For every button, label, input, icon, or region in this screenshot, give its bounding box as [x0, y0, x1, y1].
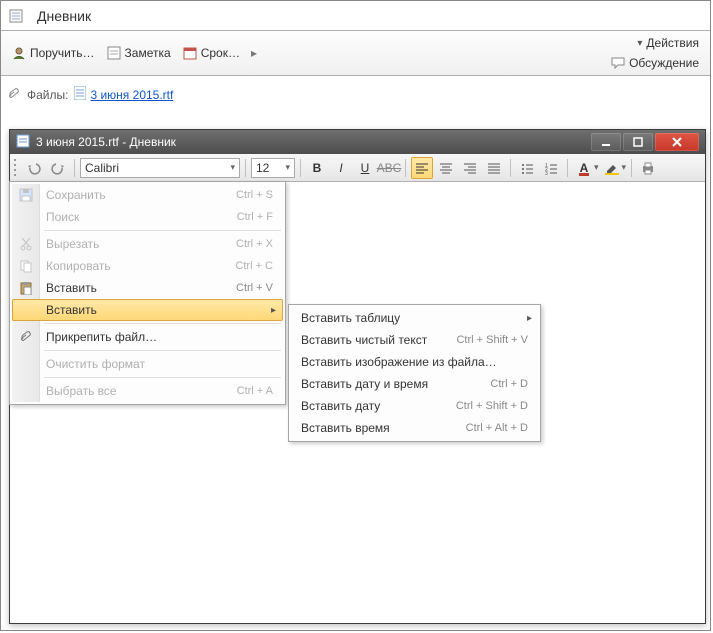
- menu-item[interactable]: Вставить датуCtrl + Shift + D: [291, 395, 538, 417]
- assign-label: Поручить…: [30, 46, 95, 60]
- menu-item[interactable]: Вставить ▸: [12, 299, 283, 321]
- submenu-insert: Вставить таблицу ▸ Вставить чистый текстCt…: [288, 304, 541, 442]
- page-title: Дневник: [37, 8, 91, 24]
- menu-item: ПоискCtrl + F: [12, 206, 283, 228]
- deadline-label: Срок…: [201, 46, 240, 60]
- font-name: Calibri: [85, 161, 119, 175]
- menu-item-label: Вставить дату и время: [301, 377, 508, 391]
- menu-item-label: Вставить таблицу: [301, 311, 508, 325]
- menu-item[interactable]: Вставить чистый текстCtrl + Shift + V: [291, 329, 538, 351]
- menu-item-shortcut: Ctrl + D: [490, 378, 528, 390]
- menu-item: ВырезатьCtrl + X: [12, 233, 283, 255]
- menu-item-shortcut: Ctrl + S: [236, 189, 273, 201]
- discussion-button[interactable]: Обсуждение: [606, 54, 704, 72]
- dropdown-arrow-icon: ▾: [230, 162, 235, 173]
- strike-button[interactable]: ABC: [378, 157, 400, 179]
- menu-item[interactable]: Вставить времяCtrl + Alt + D: [291, 417, 538, 439]
- align-left-button[interactable]: [411, 157, 433, 179]
- dropdown-arrow-icon[interactable]: ▾: [622, 162, 627, 173]
- menu-item-shortcut: Ctrl + X: [236, 238, 273, 250]
- note-button[interactable]: Заметка: [102, 44, 176, 62]
- size-select[interactable]: 12 ▾: [251, 158, 295, 178]
- menu-item-shortcut: Ctrl + Alt + D: [466, 422, 528, 434]
- toolbar-grip[interactable]: [14, 159, 19, 177]
- redo-button[interactable]: [47, 157, 69, 179]
- actions-label: Действия: [646, 36, 699, 50]
- highlight-color-button[interactable]: [601, 157, 623, 179]
- bold-button[interactable]: B: [306, 157, 328, 179]
- dropdown-arrow-icon[interactable]: ▾: [594, 162, 599, 173]
- font-select[interactable]: Calibri ▾: [80, 158, 240, 178]
- window-close-button[interactable]: [655, 133, 699, 151]
- undo-button[interactable]: [23, 157, 45, 179]
- menu-item: КопироватьCtrl + C: [12, 255, 283, 277]
- diary-icon: [9, 9, 23, 23]
- menu-item[interactable]: ВставитьCtrl + V: [12, 277, 283, 299]
- menu-item-label: Вырезать: [46, 237, 253, 251]
- submenu-arrow-icon: ▸: [527, 313, 532, 324]
- calendar-icon: [183, 46, 197, 60]
- menu-item-label: Очистить формат: [46, 357, 253, 371]
- menu-item-shortcut: Ctrl + F: [237, 211, 273, 223]
- menu-item-shortcut: Ctrl + V: [236, 282, 273, 294]
- menu-item-shortcut: Ctrl + Shift + V: [456, 334, 528, 346]
- rtf-file-icon: [74, 86, 86, 103]
- print-button[interactable]: [637, 157, 659, 179]
- attach-icon: [18, 329, 34, 345]
- menu-item-label: Сохранить: [46, 188, 253, 202]
- align-justify-button[interactable]: [483, 157, 505, 179]
- menu-item[interactable]: Прикрепить файл…: [12, 326, 283, 348]
- files-label: Файлы:: [27, 88, 68, 102]
- file-name: 3 июня 2015.rtf: [90, 88, 173, 102]
- underline-button[interactable]: U: [354, 157, 376, 179]
- menu-item-label: Вставить: [46, 303, 253, 317]
- menu-item-label: Поиск: [46, 210, 253, 224]
- note-label: Заметка: [125, 46, 171, 60]
- deadline-button[interactable]: Срок…: [178, 44, 245, 62]
- save-icon: [18, 187, 34, 203]
- assign-button[interactable]: Поручить…: [7, 44, 100, 62]
- window-maximize-button[interactable]: [623, 133, 653, 151]
- menu-item-label: Копировать: [46, 259, 253, 273]
- note-icon: [107, 46, 121, 60]
- user-icon: [12, 46, 26, 60]
- menu-item: Очистить формат: [12, 353, 283, 375]
- attachment-icon: [7, 88, 21, 102]
- font-size: 12: [256, 161, 269, 175]
- discussion-label: Обсуждение: [629, 56, 699, 70]
- menu-item[interactable]: Вставить дату и времяCtrl + D: [291, 373, 538, 395]
- svg-text:3: 3: [545, 171, 548, 175]
- menu-item: СохранитьCtrl + S: [12, 184, 283, 206]
- submenu-arrow-icon: ▸: [271, 305, 276, 316]
- cut-icon: [18, 236, 34, 252]
- editor-window-icon: [16, 134, 30, 151]
- align-right-button[interactable]: [459, 157, 481, 179]
- dropdown-arrow-icon: ▾: [637, 38, 642, 49]
- copy-icon: [18, 258, 34, 274]
- window-minimize-button[interactable]: [591, 133, 621, 151]
- text-color-button[interactable]: A: [573, 157, 595, 179]
- dropdown-arrow-icon: ▾: [285, 162, 290, 173]
- actions-button[interactable]: ▾ Действия: [632, 34, 704, 52]
- menu-item[interactable]: Вставить изображение из файла…: [291, 351, 538, 373]
- file-link[interactable]: 3 июня 2015.rtf: [74, 86, 173, 103]
- menu-item[interactable]: Вставить таблицу ▸: [291, 307, 538, 329]
- align-center-button[interactable]: [435, 157, 457, 179]
- editor-title: 3 июня 2015.rtf - Дневник: [36, 135, 176, 149]
- menu-item-shortcut: Ctrl + C: [235, 260, 273, 272]
- menu-item: Выбрать всеCtrl + A: [12, 380, 283, 402]
- context-menu-edit: СохранитьCtrl + SПоискCtrl + FВырезатьCt…: [9, 181, 286, 405]
- paste-icon: [18, 280, 34, 296]
- chevron-right-icon[interactable]: ▸: [251, 46, 257, 60]
- menu-item-label: Прикрепить файл…: [46, 330, 253, 344]
- bullet-list-button[interactable]: [516, 157, 538, 179]
- menu-item-shortcut: Ctrl + A: [237, 385, 273, 397]
- menu-item-label: Вставить изображение из файла…: [301, 355, 508, 369]
- numbered-list-button[interactable]: 123: [540, 157, 562, 179]
- menu-item-label: Выбрать все: [46, 384, 253, 398]
- menu-item-shortcut: Ctrl + Shift + D: [456, 400, 528, 412]
- menu-item-label: Вставить: [46, 281, 253, 295]
- speech-icon: [611, 56, 625, 70]
- italic-button[interactable]: I: [330, 157, 352, 179]
